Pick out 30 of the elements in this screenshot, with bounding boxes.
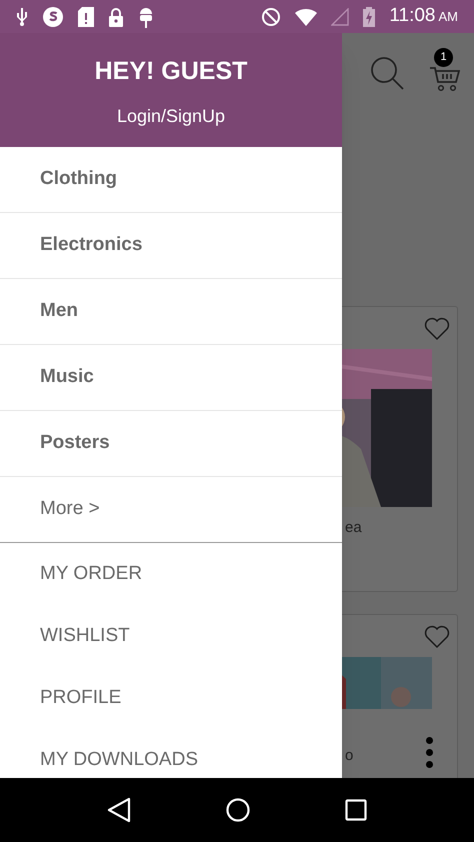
android-icon	[138, 6, 154, 28]
home-icon[interactable]	[226, 798, 250, 822]
lock-icon	[108, 6, 124, 26]
recent-apps-icon[interactable]	[344, 799, 367, 821]
clock-time: 11:08	[389, 4, 436, 28]
cart-button[interactable]: 1	[430, 48, 460, 92]
login-link[interactable]: Login/SignUp	[116, 102, 226, 130]
product-title: o	[344, 746, 354, 766]
category-item[interactable]: Electronics	[0, 213, 342, 279]
signal-icon	[331, 8, 350, 26]
product-title: ea	[344, 518, 362, 538]
sd-card-icon	[78, 6, 94, 26]
clock-meridiem: AM	[438, 8, 458, 26]
cart-count-badge: 1	[434, 48, 453, 66]
heart-icon[interactable]	[423, 315, 451, 341]
more-options-icon[interactable]	[426, 737, 433, 768]
usb-icon	[16, 8, 28, 26]
category-item[interactable]: Men	[0, 279, 342, 345]
category-item[interactable]: Posters	[0, 411, 342, 477]
skype-icon	[42, 6, 64, 28]
back-icon[interactable]	[107, 797, 132, 823]
battery-icon	[363, 6, 376, 26]
wifi-icon	[295, 8, 318, 26]
category-item[interactable]: Clothing	[0, 147, 342, 213]
greeting: HEY! GUEST	[94, 56, 248, 87]
more-categories-link[interactable]: More >	[0, 477, 342, 543]
heart-icon[interactable]	[423, 623, 451, 649]
category-item[interactable]: Music	[0, 345, 342, 411]
search-icon[interactable]	[370, 56, 404, 90]
do-not-disturb-icon	[261, 6, 282, 26]
